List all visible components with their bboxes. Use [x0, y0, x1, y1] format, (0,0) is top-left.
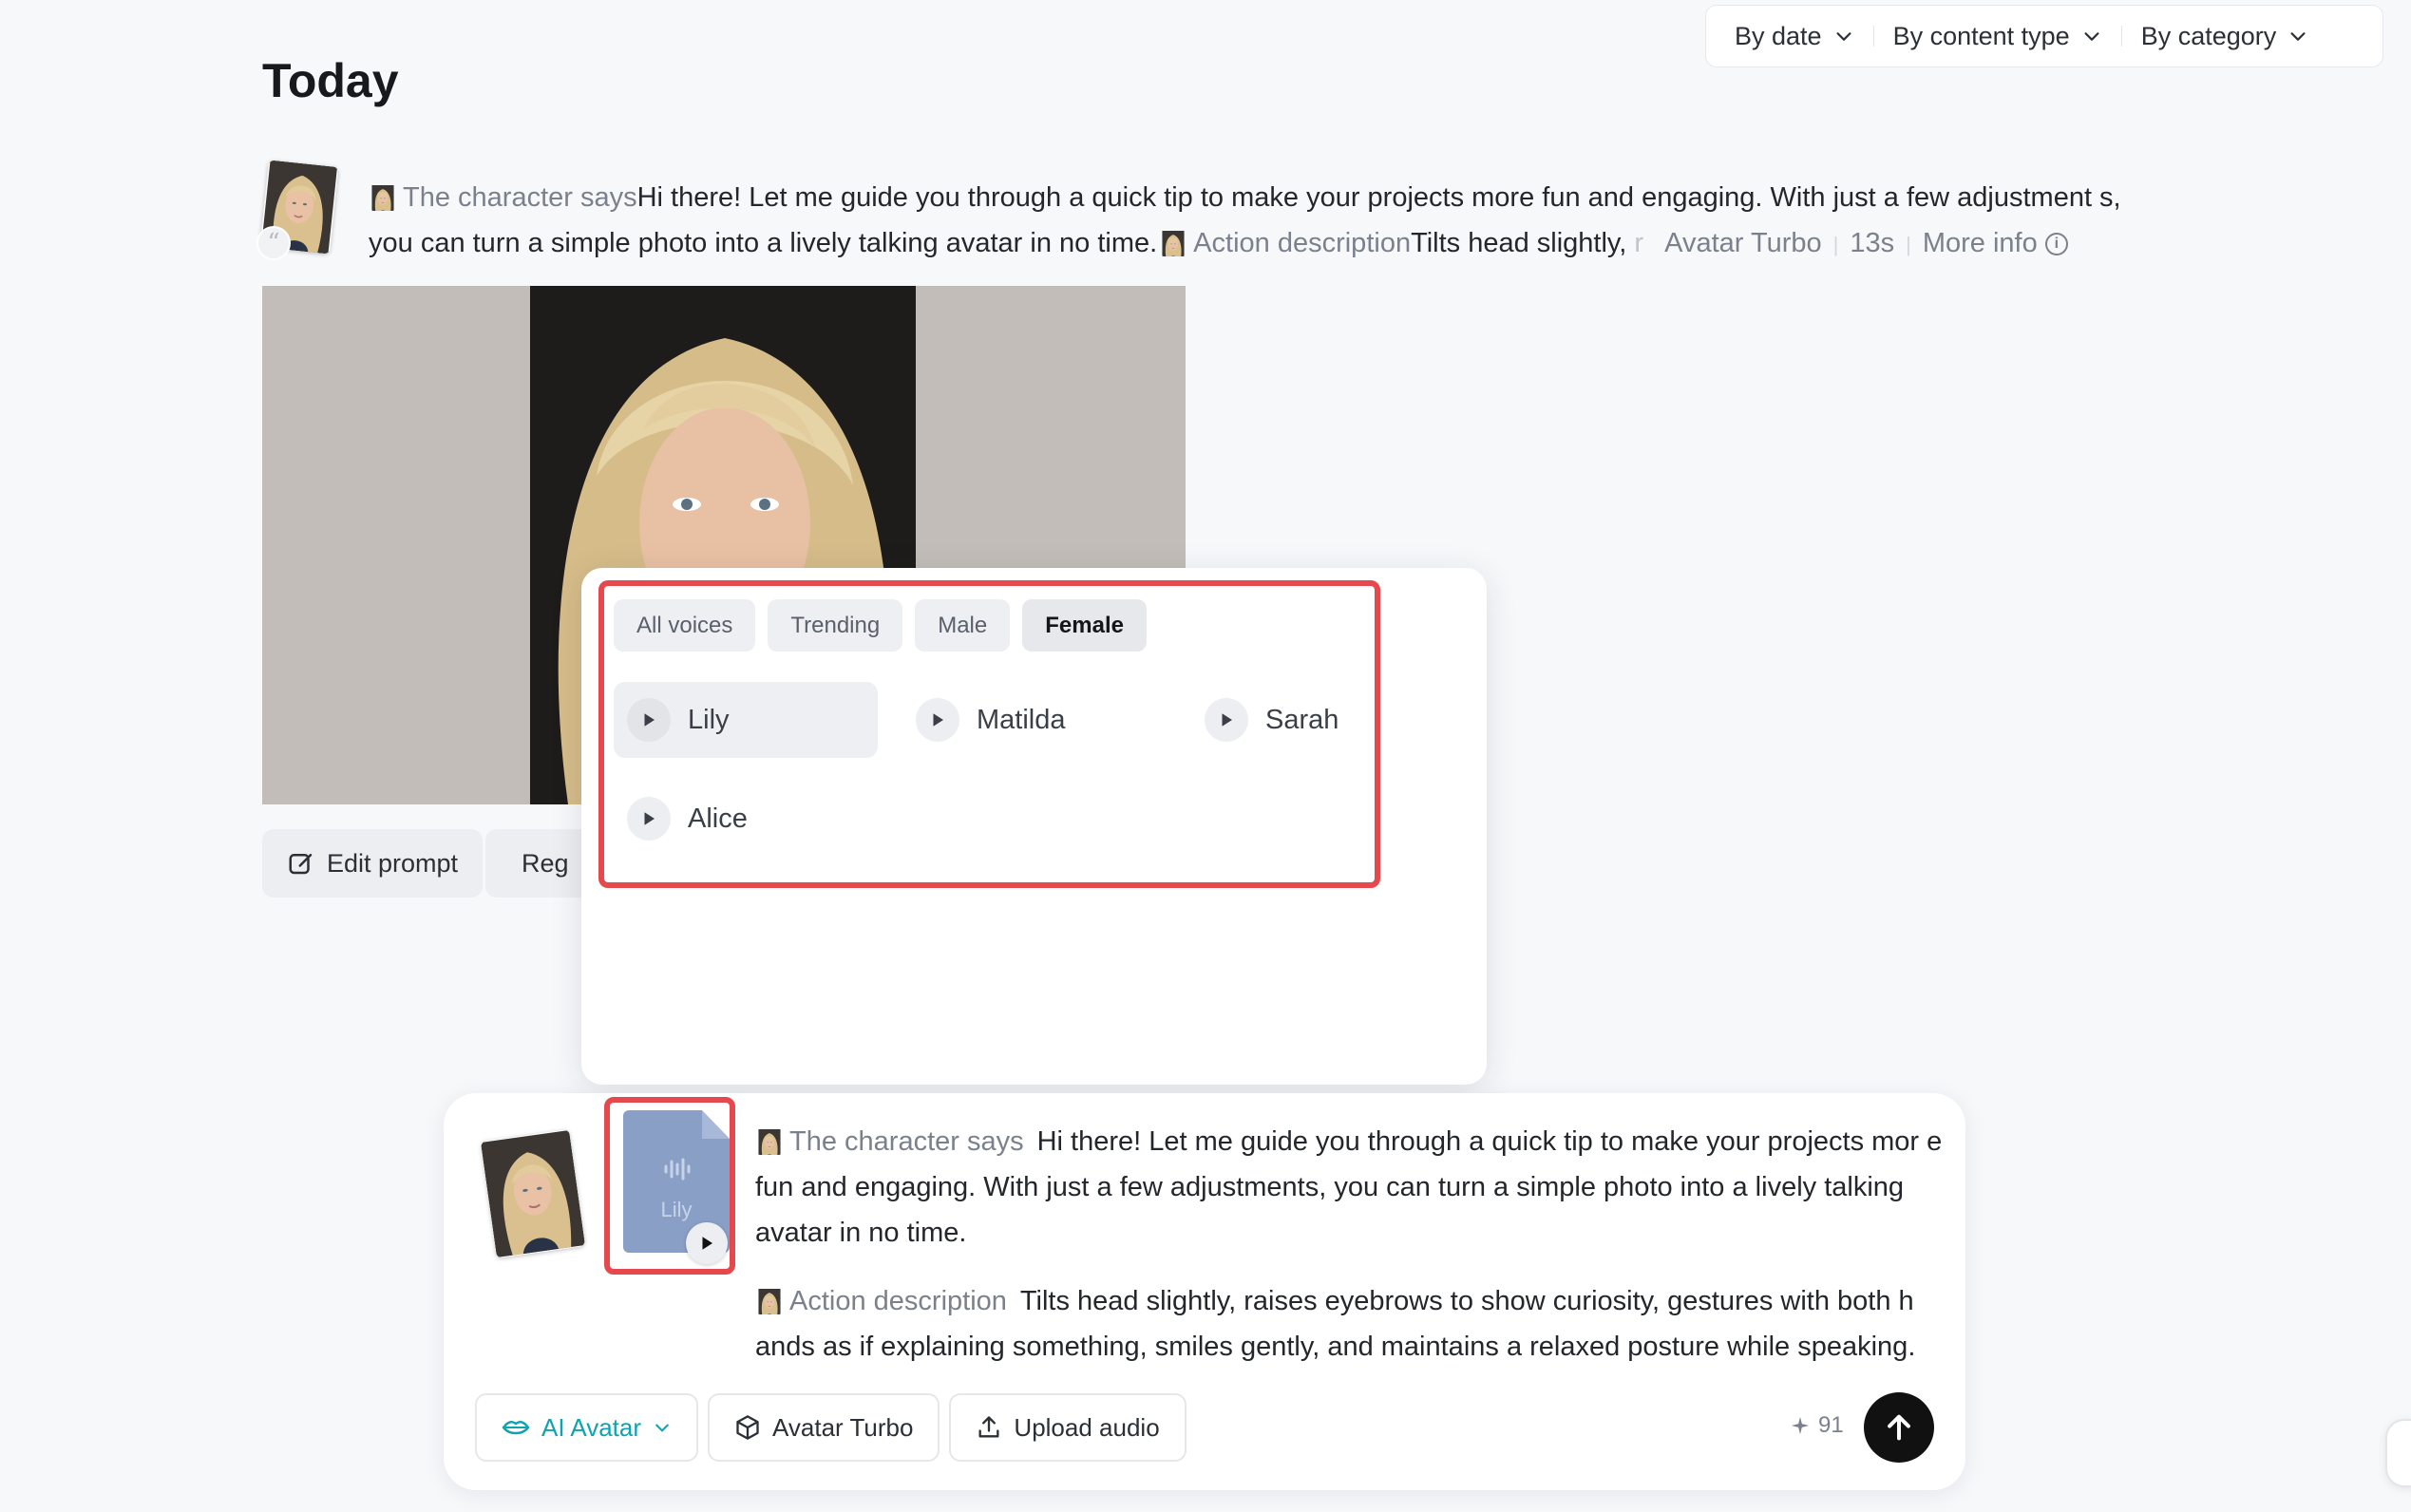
page-title: Today	[262, 54, 399, 107]
action-description-label: Action description	[1193, 228, 1412, 258]
cube-icon	[736, 1415, 759, 1440]
voice-name: Alice	[688, 803, 748, 834]
tab-trending[interactable]: Trending	[768, 599, 903, 652]
upload-icon	[978, 1416, 999, 1438]
action-description-label: Action description	[789, 1286, 1007, 1316]
audio-card-voice-name: Lily	[660, 1198, 693, 1221]
info-icon[interactable]: i	[2044, 233, 2068, 255]
edit-icon	[289, 854, 313, 875]
chevron-down-icon	[1836, 32, 1851, 41]
entry-duration: 13s	[1850, 228, 1895, 258]
play-preview-icon[interactable]	[627, 797, 671, 841]
send-button[interactable]	[1864, 1392, 1934, 1463]
page-fold	[702, 1110, 730, 1139]
voice-name: Sarah	[1265, 704, 1339, 735]
character-says-label: The character says	[403, 182, 637, 213]
entry-model: Avatar Turbo	[1664, 228, 1822, 258]
ai-avatar-mode-dropdown[interactable]: AI Avatar	[475, 1393, 699, 1462]
voice-option-alice[interactable]: Alice	[614, 781, 878, 857]
lips-icon	[502, 1421, 530, 1435]
avatar-mini-icon	[755, 1286, 784, 1314]
selected-voice-card[interactable]: Lily	[604, 1097, 735, 1275]
edit-prompt-button[interactable]: Edit prompt	[262, 829, 484, 898]
voice-name: Lily	[688, 704, 730, 735]
voice-name: Matilda	[977, 704, 1066, 735]
sparkle-icon	[1791, 1416, 1810, 1435]
filter-by-content-type[interactable]: By content type	[1874, 6, 2121, 66]
meta-divider: |	[1906, 233, 1911, 256]
model-selector-button[interactable]: Avatar Turbo	[708, 1393, 940, 1462]
meta-divider: |	[1832, 233, 1839, 256]
tab-female[interactable]: Female	[1022, 599, 1147, 652]
composer-avatar-image[interactable]	[481, 1129, 585, 1258]
waveform-icon	[664, 1158, 691, 1181]
avatar-mini-icon	[1159, 228, 1187, 256]
avatar-mini-icon	[755, 1126, 784, 1155]
avatar-portrait	[481, 1129, 585, 1258]
filter-by-date[interactable]: By date	[1716, 6, 1873, 66]
filter-bar: By date By content type By category	[1705, 5, 2383, 67]
voice-option-lily[interactable]: Lily	[614, 682, 878, 758]
more-info-link[interactable]: More info	[1923, 228, 2038, 258]
filter-label: By content type	[1892, 21, 2070, 50]
avatar-mini-icon	[369, 182, 397, 211]
voice-option-sarah[interactable]: Sarah	[1191, 682, 1362, 758]
play-icon[interactable]	[686, 1222, 728, 1264]
tab-male[interactable]: Male	[915, 599, 1011, 652]
filter-label: By category	[2140, 21, 2277, 50]
quote-icon: “	[256, 226, 291, 260]
action-description-block[interactable]: Action description Tilts head slightly, r…	[755, 1278, 1943, 1370]
play-preview-icon[interactable]	[916, 698, 959, 742]
character-says-block[interactable]: The character says Hi there! Let me guide…	[755, 1119, 1943, 1256]
voice-option-matilda[interactable]: Matilda	[902, 682, 1167, 758]
edit-prompt-label: Edit prompt	[327, 848, 459, 878]
filter-by-category[interactable]: By category	[2122, 6, 2328, 66]
upload-audio-button[interactable]: Upload audio	[949, 1393, 1187, 1462]
credit-count: 91	[1818, 1412, 1844, 1438]
regenerate-button[interactable]: Reg	[485, 829, 590, 898]
truncation-fade: r	[1634, 228, 1644, 258]
voice-category-tabs: All voices Trending Male Female	[614, 599, 1147, 652]
composer-toolbar: AI Avatar Avatar Turbo Upload audio	[475, 1393, 1187, 1462]
regenerate-label: Reg	[522, 848, 569, 878]
mode-label: AI Avatar	[541, 1412, 642, 1442]
support-chat-bubble[interactable]	[2385, 1419, 2411, 1487]
tab-all-voices[interactable]: All voices	[614, 599, 756, 652]
model-label: Avatar Turbo	[772, 1412, 914, 1442]
play-preview-icon[interactable]	[1205, 698, 1248, 742]
chevron-down-icon	[2290, 32, 2306, 41]
play-preview-icon[interactable]	[627, 698, 671, 742]
upload-label: Upload audio	[1014, 1412, 1160, 1442]
arrow-up-icon	[1888, 1414, 1910, 1441]
filter-label: By date	[1735, 21, 1822, 50]
chevron-down-icon	[655, 1424, 669, 1432]
credit-cost: 91	[1790, 1412, 1844, 1439]
character-says-label: The character says	[789, 1126, 1024, 1157]
chevron-down-icon	[2084, 32, 2099, 41]
entry-prompt[interactable]: The character saysHi there! Let me guide…	[369, 175, 2121, 268]
action-description-text: Tilts head slightly,	[1411, 228, 1627, 258]
